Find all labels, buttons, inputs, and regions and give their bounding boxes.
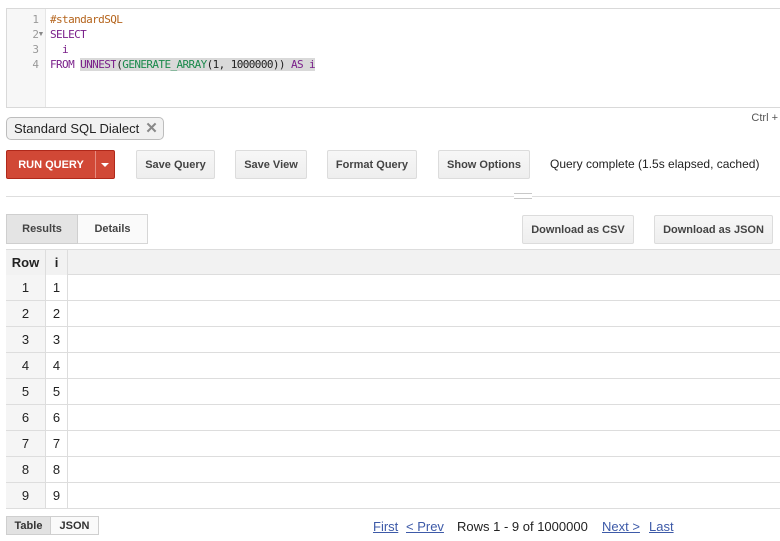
- code-token: i: [50, 43, 69, 56]
- code-token: UNNEST: [80, 58, 117, 71]
- code-line[interactable]: i: [50, 42, 69, 57]
- line-number: 1: [32, 13, 39, 26]
- run-query-button[interactable]: RUN QUERY: [6, 150, 115, 179]
- editor-divider: [6, 196, 780, 197]
- prev-page-link[interactable]: < Prev: [406, 519, 444, 534]
- line-number: 2: [32, 28, 39, 41]
- download-json-button[interactable]: Download as JSON: [654, 215, 773, 244]
- query-status: Query complete (1.5s elapsed, cached): [550, 157, 760, 171]
- save-view-button[interactable]: Save View: [235, 150, 307, 179]
- code-line[interactable]: FROM UNNEST(GENERATE_ARRAY(1, 1000000)) …: [50, 57, 316, 72]
- code-token: SELECT: [50, 28, 87, 41]
- header-row[interactable]: Row: [6, 250, 46, 275]
- table-row: 77: [6, 431, 780, 457]
- dialect-chip-label: Standard SQL Dialect: [14, 121, 140, 136]
- query-editor[interactable]: 1 2 ▼ 3 4 #standardSQL SELECT i FROM UNNES…: [6, 8, 780, 108]
- tab-results[interactable]: Results: [6, 214, 78, 244]
- fold-arrow-icon[interactable]: ▼: [37, 27, 45, 42]
- value-cell: 4: [46, 353, 68, 378]
- next-page-link[interactable]: Next >: [602, 519, 640, 534]
- code-line[interactable]: SELECT: [50, 27, 87, 42]
- row-number-cell: 9: [6, 483, 46, 508]
- code-token: (1, 1000000)): [206, 58, 291, 71]
- table-row: 99: [6, 483, 780, 509]
- show-options-button[interactable]: Show Options: [438, 150, 530, 179]
- tab-details[interactable]: Details: [78, 214, 148, 244]
- results-table: Row i 112233445566778899: [6, 249, 780, 509]
- editor-gutter: 1 2 ▼ 3 4: [7, 9, 46, 107]
- rows-summary: Rows 1 - 9 of 1000000: [457, 519, 588, 534]
- code-token: #standardSQL: [50, 13, 123, 26]
- table-header: Row i: [6, 249, 780, 275]
- table-row: 11: [6, 275, 780, 301]
- resize-handle-icon[interactable]: [514, 193, 532, 199]
- row-number-cell: 6: [6, 405, 46, 430]
- table-row: 66: [6, 405, 780, 431]
- caret-down-icon: [101, 162, 109, 167]
- value-cell: 2: [46, 301, 68, 326]
- code-token: AS: [290, 58, 304, 71]
- value-cell: 5: [46, 379, 68, 404]
- first-page-link[interactable]: First: [373, 519, 398, 534]
- run-query-label[interactable]: RUN QUERY: [7, 151, 95, 178]
- table-row: 55: [6, 379, 780, 405]
- table-row: 44: [6, 353, 780, 379]
- dialect-chip: Standard SQL Dialect ✕: [6, 117, 164, 140]
- line-number: 4: [32, 58, 39, 71]
- row-number-cell: 4: [6, 353, 46, 378]
- table-row: 88: [6, 457, 780, 483]
- value-cell: 8: [46, 457, 68, 482]
- code-token: i: [303, 58, 316, 71]
- table-row: 22: [6, 301, 780, 327]
- header-i[interactable]: i: [46, 250, 68, 275]
- line-number: 3: [32, 43, 39, 56]
- code-line[interactable]: #standardSQL: [50, 12, 123, 27]
- results-tabbar: Results Details: [6, 214, 148, 244]
- value-cell: 7: [46, 431, 68, 456]
- last-page-link[interactable]: Last: [649, 519, 674, 534]
- value-cell: 3: [46, 327, 68, 352]
- row-number-cell: 5: [6, 379, 46, 404]
- code-token: GENERATE_ARRAY: [122, 58, 207, 71]
- table-row: 33: [6, 327, 780, 353]
- save-query-button[interactable]: Save Query: [136, 150, 215, 179]
- run-options-dropdown[interactable]: [96, 151, 114, 178]
- row-number-cell: 3: [6, 327, 46, 352]
- format-query-button[interactable]: Format Query: [327, 150, 417, 179]
- download-csv-button[interactable]: Download as CSV: [522, 215, 634, 244]
- row-number-cell: 7: [6, 431, 46, 456]
- value-cell: 1: [46, 275, 68, 300]
- value-cell: 9: [46, 483, 68, 508]
- code-token: FROM: [50, 58, 81, 71]
- shortcut-hint: Ctrl +: [751, 112, 778, 124]
- row-number-cell: 8: [6, 457, 46, 482]
- row-number-cell: 1: [6, 275, 46, 300]
- tab-json-view[interactable]: JSON: [51, 516, 99, 535]
- row-number-cell: 2: [6, 301, 46, 326]
- value-cell: 6: [46, 405, 68, 430]
- tab-table-view[interactable]: Table: [6, 516, 51, 535]
- close-icon[interactable]: ✕: [145, 121, 158, 136]
